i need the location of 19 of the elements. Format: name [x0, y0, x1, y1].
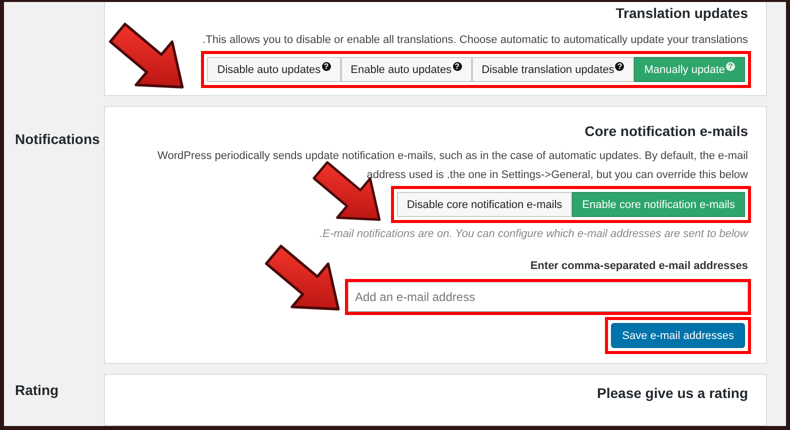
field-label: Enter comma-separated e-mail addresses [530, 260, 748, 272]
description-text: .This allows you to disable or enable all translations. Choose automatic to automatically update your translations [202, 33, 748, 48]
toggle-button[interactable]: Enable auto updates ? [340, 57, 472, 82]
help-icon: ? [452, 62, 462, 71]
toggle-button[interactable]: Disable auto updates ? [207, 57, 341, 82]
help-icon: ? [615, 62, 624, 71]
card-title: Translation updates [616, 5, 748, 21]
toggle-button[interactable]: Disable translation updates ? [472, 57, 634, 82]
card-title: Core notification e-mails [584, 123, 748, 139]
card-title: Please give us a rating [597, 385, 748, 401]
section-label: Notifications [15, 131, 100, 147]
description-text: WordPress periodically sends update notification e-mails, such as in the case of automatic updates. By default, the e-mail address used is .the one in Settings->General, but you can override this below [156, 149, 748, 183]
email-input-field[interactable]: Add an e-mail address [348, 282, 748, 312]
section-label: Rating [15, 382, 59, 398]
help-icon: ? [726, 62, 735, 71]
toggle-button[interactable]: Disable core notification e-mails [396, 192, 572, 217]
status-note: .E-mail notifications are on. You can configure which e-mail addresses are sent to below [320, 228, 748, 240]
help-icon: ? [322, 62, 331, 71]
save-button[interactable]: Save e-mail addresses [611, 323, 745, 348]
